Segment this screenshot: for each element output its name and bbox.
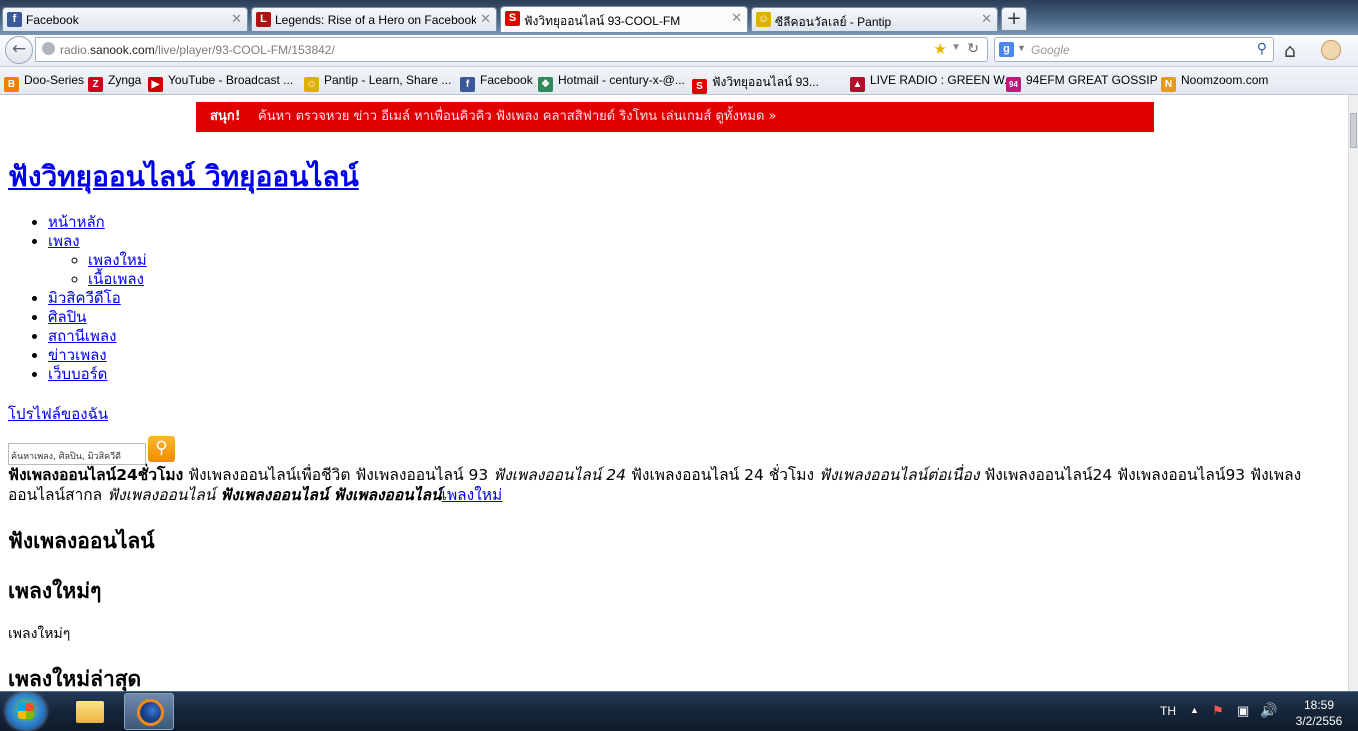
tab-bar: f Facebook ✕ L Legends: Rise of a Hero o…	[0, 0, 1358, 35]
sanook-icon: S	[505, 11, 520, 26]
sanook-brand[interactable]: สนุก!	[210, 102, 241, 132]
tab-legends[interactable]: L Legends: Rise of a Hero on Facebook ✕	[251, 7, 497, 31]
bookmark-facebook[interactable]: f Facebook	[460, 73, 533, 92]
facebook-icon: f	[460, 77, 475, 92]
new-tab-button[interactable]: +	[1001, 7, 1027, 31]
chevron-down-icon[interactable]: ▼	[1017, 43, 1026, 53]
tab-title: Facebook	[26, 13, 79, 27]
page-content: สนุก! ค้นหา ตรวจหวย ข่าว อีเมล์ หาเพื่อน…	[0, 95, 1349, 691]
my-profile-link[interactable]: โปรไฟล์ของฉัน	[8, 402, 108, 426]
facebook-icon: f	[7, 12, 22, 27]
greenwave-icon: ▲	[850, 77, 865, 92]
main-nav: หน้าหลัก เพลง เพลงใหม่ เนื้อเพลง มิวสิคว…	[8, 213, 147, 384]
system-clock[interactable]: 18:59 3/2/2556	[1286, 697, 1352, 729]
navigation-bar: ← radio.sanook.com/live/player/93-COOL-F…	[0, 35, 1358, 67]
blogger-icon: B	[4, 77, 19, 92]
94efm-icon: 94	[1006, 77, 1021, 92]
new-songs-text: เพลงใหม่ๆ	[8, 626, 71, 642]
show-hidden-icons[interactable]: ▲	[1190, 705, 1199, 715]
zynga-icon: Z	[88, 77, 103, 92]
heading-listen-online: ฟังเพลงออนไลน์	[8, 529, 155, 553]
sanook-icon: S	[692, 79, 707, 94]
bookmark-pantip[interactable]: ☺ Pantip - Learn, Share ...	[304, 73, 451, 92]
clock-time: 18:59	[1303, 698, 1335, 712]
nav-songs[interactable]: เพลง	[48, 232, 80, 250]
close-icon[interactable]: ✕	[480, 11, 491, 27]
pantip-icon: ☺	[756, 12, 771, 27]
topbar-links[interactable]: ค้นหา ตรวจหวย ข่าว อีเมล์ หาเพื่อนคิวคิว…	[258, 102, 777, 132]
tab-sanook-radio[interactable]: S ฟังวิทยุออนไลน์ 93-COOL-FM ✕	[500, 6, 748, 32]
start-button[interactable]	[6, 693, 46, 730]
sanook-topbar: สนุก! ค้นหา ตรวจหวย ข่าว อีเมล์ หาเพื่อน…	[196, 102, 1154, 132]
profile-icon[interactable]	[1321, 40, 1341, 60]
bookmark-doo-series[interactable]: B Doo-Series	[4, 73, 84, 92]
firefox-taskbar-button[interactable]	[124, 693, 174, 730]
bookmark-youtube[interactable]: ▶ YouTube - Broadcast ...	[148, 73, 293, 92]
bookmarks-toolbar: B Doo-Series Z Zynga ▶ YouTube - Broadcast …	[0, 67, 1358, 95]
nav-new-songs[interactable]: เพลงใหม่	[88, 251, 147, 269]
close-icon[interactable]: ✕	[731, 10, 742, 26]
nav-music-video[interactable]: มิวสิควีดีโอ	[48, 289, 121, 307]
tab-facebook[interactable]: f Facebook ✕	[2, 7, 248, 31]
close-icon[interactable]: ✕	[231, 11, 242, 27]
chevron-down-icon[interactable]: ▼	[951, 42, 961, 53]
nav-stations[interactable]: สถานีเพลง	[48, 327, 116, 345]
tab-title: ซีลีคอนวัลเลย์ - Pantip	[775, 15, 892, 29]
search-icon[interactable]: ⚲	[1257, 40, 1267, 57]
volume-icon[interactable]: 🔊	[1260, 702, 1277, 719]
close-icon[interactable]: ✕	[981, 11, 992, 27]
page-scrollbar[interactable]	[1348, 95, 1358, 691]
tab-pantip[interactable]: ☺ ซีลีคอนวัลเลย์ - Pantip ✕	[751, 7, 998, 31]
music-search-input[interactable]: ค้นหาเพลง, ศิลปิน, มิวสิควีดี	[8, 443, 146, 465]
firefox-icon	[137, 699, 164, 726]
search-button[interactable]: ⚲	[148, 436, 175, 462]
google-icon[interactable]: g	[999, 42, 1014, 57]
pantip-icon: ☺	[304, 77, 319, 92]
network-icon[interactable]: ▣	[1237, 703, 1249, 719]
url-text: radio.sanook.com/live/player/93-COOL-FM/…	[60, 43, 335, 57]
bookmark-noomzoom[interactable]: N Noomzoom.com	[1161, 73, 1268, 92]
windows-logo-icon	[18, 703, 34, 719]
reload-icon[interactable]: ↻	[967, 40, 979, 57]
nav-lyrics[interactable]: เนื้อเพลง	[88, 270, 144, 288]
seo-paragraph: ฟังเพลงออนไลน์24ชั่วโมง ฟังเพลงออนไลน์เพ…	[8, 466, 1302, 504]
nav-music-news[interactable]: ข่าวเพลง	[48, 346, 107, 364]
bookmark-zynga[interactable]: Z Zynga	[88, 73, 141, 92]
site-title-link[interactable]: ฟังวิทยุออนไลน์ วิทยุออนไลน์	[8, 155, 359, 199]
search-bar[interactable]: g ▼ Google ⚲	[994, 37, 1274, 62]
home-icon[interactable]: ⌂	[1284, 40, 1296, 62]
nav-artists[interactable]: ศิลปิน	[48, 308, 87, 326]
globe-icon	[42, 42, 55, 55]
bookmark-green-wave[interactable]: ▲ LIVE RADIO : GREEN W...	[850, 73, 1014, 92]
bookmark-sanook-radio[interactable]: S ฟังวิทยุออนไลน์ 93...	[692, 73, 819, 94]
bookmark-hotmail[interactable]: ❖ Hotmail - century-x-@...	[538, 73, 685, 92]
nav-webboard[interactable]: เว็บบอร์ด	[48, 365, 107, 383]
legends-icon: L	[256, 12, 271, 27]
youtube-icon: ▶	[148, 77, 163, 92]
msn-icon: ❖	[538, 77, 553, 92]
tab-title: Legends: Rise of a Hero on Facebook	[275, 13, 476, 27]
clock-date: 3/2/2556	[1295, 714, 1343, 728]
language-indicator[interactable]: TH	[1160, 704, 1176, 718]
explorer-taskbar-button[interactable]	[64, 693, 114, 730]
tab-title: ฟังวิทยุออนไลน์ 93-COOL-FM	[524, 14, 681, 28]
action-center-icon[interactable]: ⚑	[1212, 703, 1224, 719]
bookmark-94efm[interactable]: 94 94EFM GREAT GOSSIP ...	[1006, 73, 1171, 92]
scrollbar-thumb[interactable]	[1350, 113, 1357, 148]
search-placeholder: Google	[1031, 43, 1070, 57]
heading-latest-songs: เพลงใหม่ล่าสุด	[8, 667, 142, 691]
back-button[interactable]: ←	[5, 36, 33, 64]
heading-new-songs: เพลงใหม่ๆ	[8, 579, 102, 603]
bookmark-star-icon[interactable]: ★	[934, 40, 947, 58]
taskbar: TH ▲ ⚑ ▣ 🔊 18:59 3/2/2556	[0, 691, 1358, 731]
new-songs-link[interactable]: เพลงใหม่	[442, 486, 503, 504]
address-bar[interactable]: radio.sanook.com/live/player/93-COOL-FM/…	[35, 37, 988, 62]
nav-home[interactable]: หน้าหลัก	[48, 213, 105, 231]
noomzoom-icon: N	[1161, 77, 1176, 92]
search-icon: ⚲	[155, 438, 168, 458]
folder-icon	[76, 701, 104, 723]
